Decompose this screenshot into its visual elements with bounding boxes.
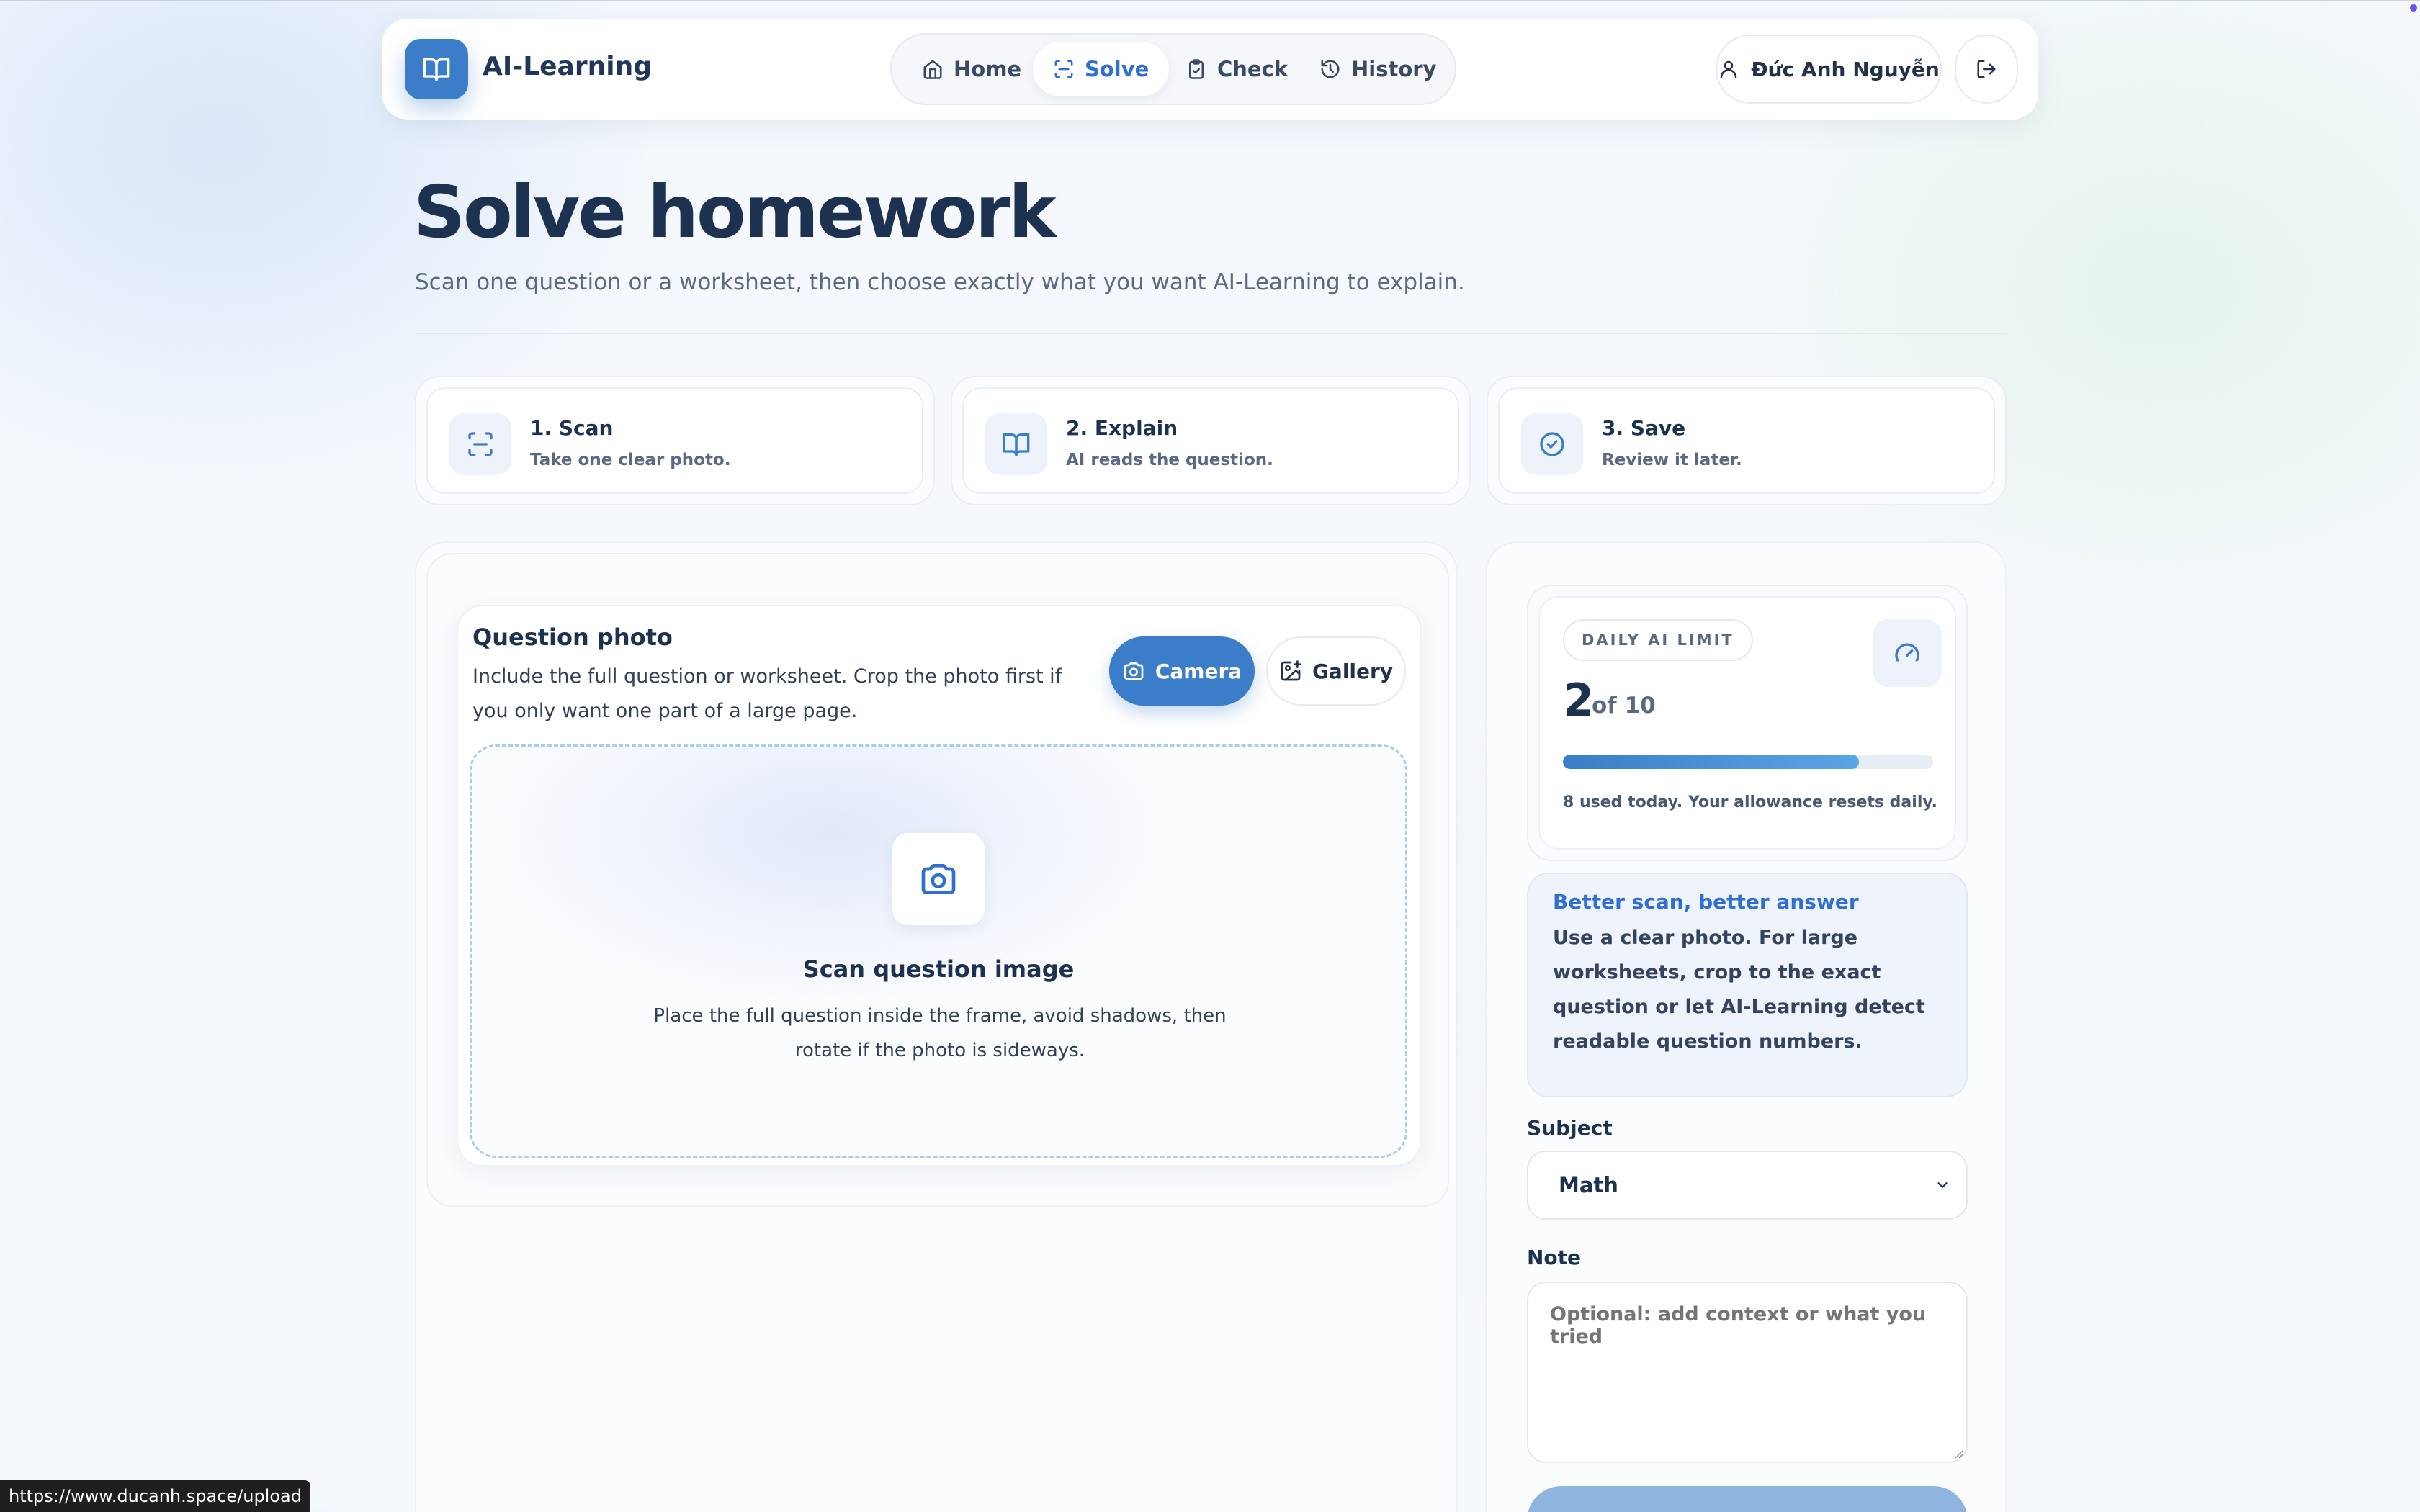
- camera-icon: [1124, 662, 1144, 680]
- step-save-card: 3. Save Review it later.: [1487, 376, 2007, 505]
- camera-button[interactable]: Camera: [1109, 636, 1255, 706]
- nav-check[interactable]: Check: [1165, 42, 1308, 96]
- logout-icon: [1977, 60, 1996, 78]
- options-panel: DAILY AI LIMIT 2 of 10 8 used today. You…: [1485, 541, 2007, 1512]
- logo-book-icon[interactable]: [405, 39, 468, 99]
- step-title: 3. Save: [1602, 416, 1686, 440]
- question-panel: Question photo Include the full question…: [415, 541, 1458, 1512]
- limit-progress-fill: [1563, 755, 1860, 769]
- chevron-down-icon: [1937, 1182, 1948, 1188]
- camera-icon: [892, 833, 985, 925]
- user-name: Đức Anh Nguyễn: [1751, 57, 1940, 81]
- gallery-button[interactable]: Gallery: [1266, 636, 1406, 706]
- clipboard-check-icon: [1189, 59, 1204, 79]
- nav-solve[interactable]: Solve: [1033, 42, 1170, 96]
- image-plus-icon: [1281, 660, 1301, 681]
- step-explain-card: 2. Explain AI reads the question.: [951, 376, 1471, 505]
- photo-section: Question photo Include the full question…: [426, 553, 1449, 1207]
- nav-check-label: Check: [1217, 57, 1289, 81]
- subject-select[interactable]: Math: [1527, 1151, 1968, 1220]
- page-title: Solve homework: [413, 170, 1057, 254]
- camera-label: Camera: [1155, 659, 1242, 683]
- brand-name[interactable]: AI-Learning: [483, 52, 652, 81]
- tip-title: Better scan, better answer: [1553, 890, 1859, 914]
- nav-solve-label: Solve: [1085, 57, 1150, 81]
- subject-value: Math: [1559, 1173, 1618, 1197]
- history-icon: [1321, 60, 1340, 78]
- limit-note: 8 used today. Your allowance resets dail…: [1563, 793, 1938, 811]
- nav-history[interactable]: History: [1299, 42, 1456, 96]
- resize-grip-icon[interactable]: [1952, 1447, 1963, 1459]
- notification-dot: [2410, 4, 2417, 12]
- step-scan-card: 1. Scan Take one clear photo.: [415, 376, 935, 505]
- top-navbar: AI-Learning Home Solve Check History Đức…: [382, 19, 2038, 120]
- scan-tip-card: Better scan, better answer Use a clear p…: [1527, 873, 1968, 1097]
- page-subtitle: Scan one question or a worksheet, then c…: [415, 269, 1465, 295]
- logout-button[interactable]: [1955, 35, 2018, 104]
- daily-limit-badge: DAILY AI LIMIT: [1563, 619, 1753, 661]
- main-nav: Home Solve Check History: [890, 33, 1456, 105]
- nav-history-label: History: [1351, 57, 1437, 81]
- note-textarea[interactable]: [1527, 1282, 1968, 1463]
- limit-remaining: 2: [1563, 674, 1595, 726]
- nav-home[interactable]: Home: [902, 42, 1041, 96]
- gallery-label: Gallery: [1312, 659, 1394, 683]
- subject-label: Subject: [1527, 1116, 1613, 1140]
- limit-total: of 10: [1592, 693, 1656, 719]
- dropzone-title: Scan question image: [802, 955, 1075, 983]
- step-desc: AI reads the question.: [1066, 451, 1273, 469]
- status-bar-url: https://www.ducanh.space/upload: [0, 1480, 310, 1512]
- scan-dropzone[interactable]: Scan question image Place the full quest…: [470, 744, 1407, 1158]
- question-photo-title: Question photo: [472, 624, 673, 651]
- check-circle-icon: [1521, 413, 1583, 475]
- dropzone-desc: Place the full question inside the frame…: [653, 1005, 1227, 1061]
- limit-progress-bar: [1563, 755, 1933, 769]
- step-title: 2. Explain: [1066, 416, 1178, 440]
- home-icon: [923, 60, 942, 79]
- window-top-border: [0, 0, 2420, 1]
- daily-limit-card: DAILY AI LIMIT 2 of 10 8 used today. You…: [1527, 585, 1968, 861]
- submit-button[interactable]: [1527, 1486, 1968, 1512]
- question-photo-card: Question photo Include the full question…: [457, 605, 1422, 1166]
- step-desc: Review it later.: [1602, 451, 1742, 469]
- scan-icon: [449, 413, 511, 475]
- gauge-icon: [1873, 619, 1942, 687]
- note-label: Note: [1527, 1246, 1582, 1269]
- step-title: 1. Scan: [530, 416, 614, 440]
- tip-text: Use a clear photo. For large worksheets,…: [1553, 927, 1925, 1053]
- header-divider: [415, 333, 2007, 334]
- nav-home-label: Home: [954, 57, 1022, 81]
- book-icon: [985, 413, 1047, 475]
- step-desc: Take one clear photo.: [530, 451, 731, 469]
- question-photo-desc: Include the full question or worksheet. …: [472, 665, 1062, 722]
- user-profile-button[interactable]: Đức Anh Nguyễn: [1716, 35, 1942, 104]
- scan-icon: [1054, 60, 1073, 78]
- user-icon: [1720, 60, 1737, 78]
